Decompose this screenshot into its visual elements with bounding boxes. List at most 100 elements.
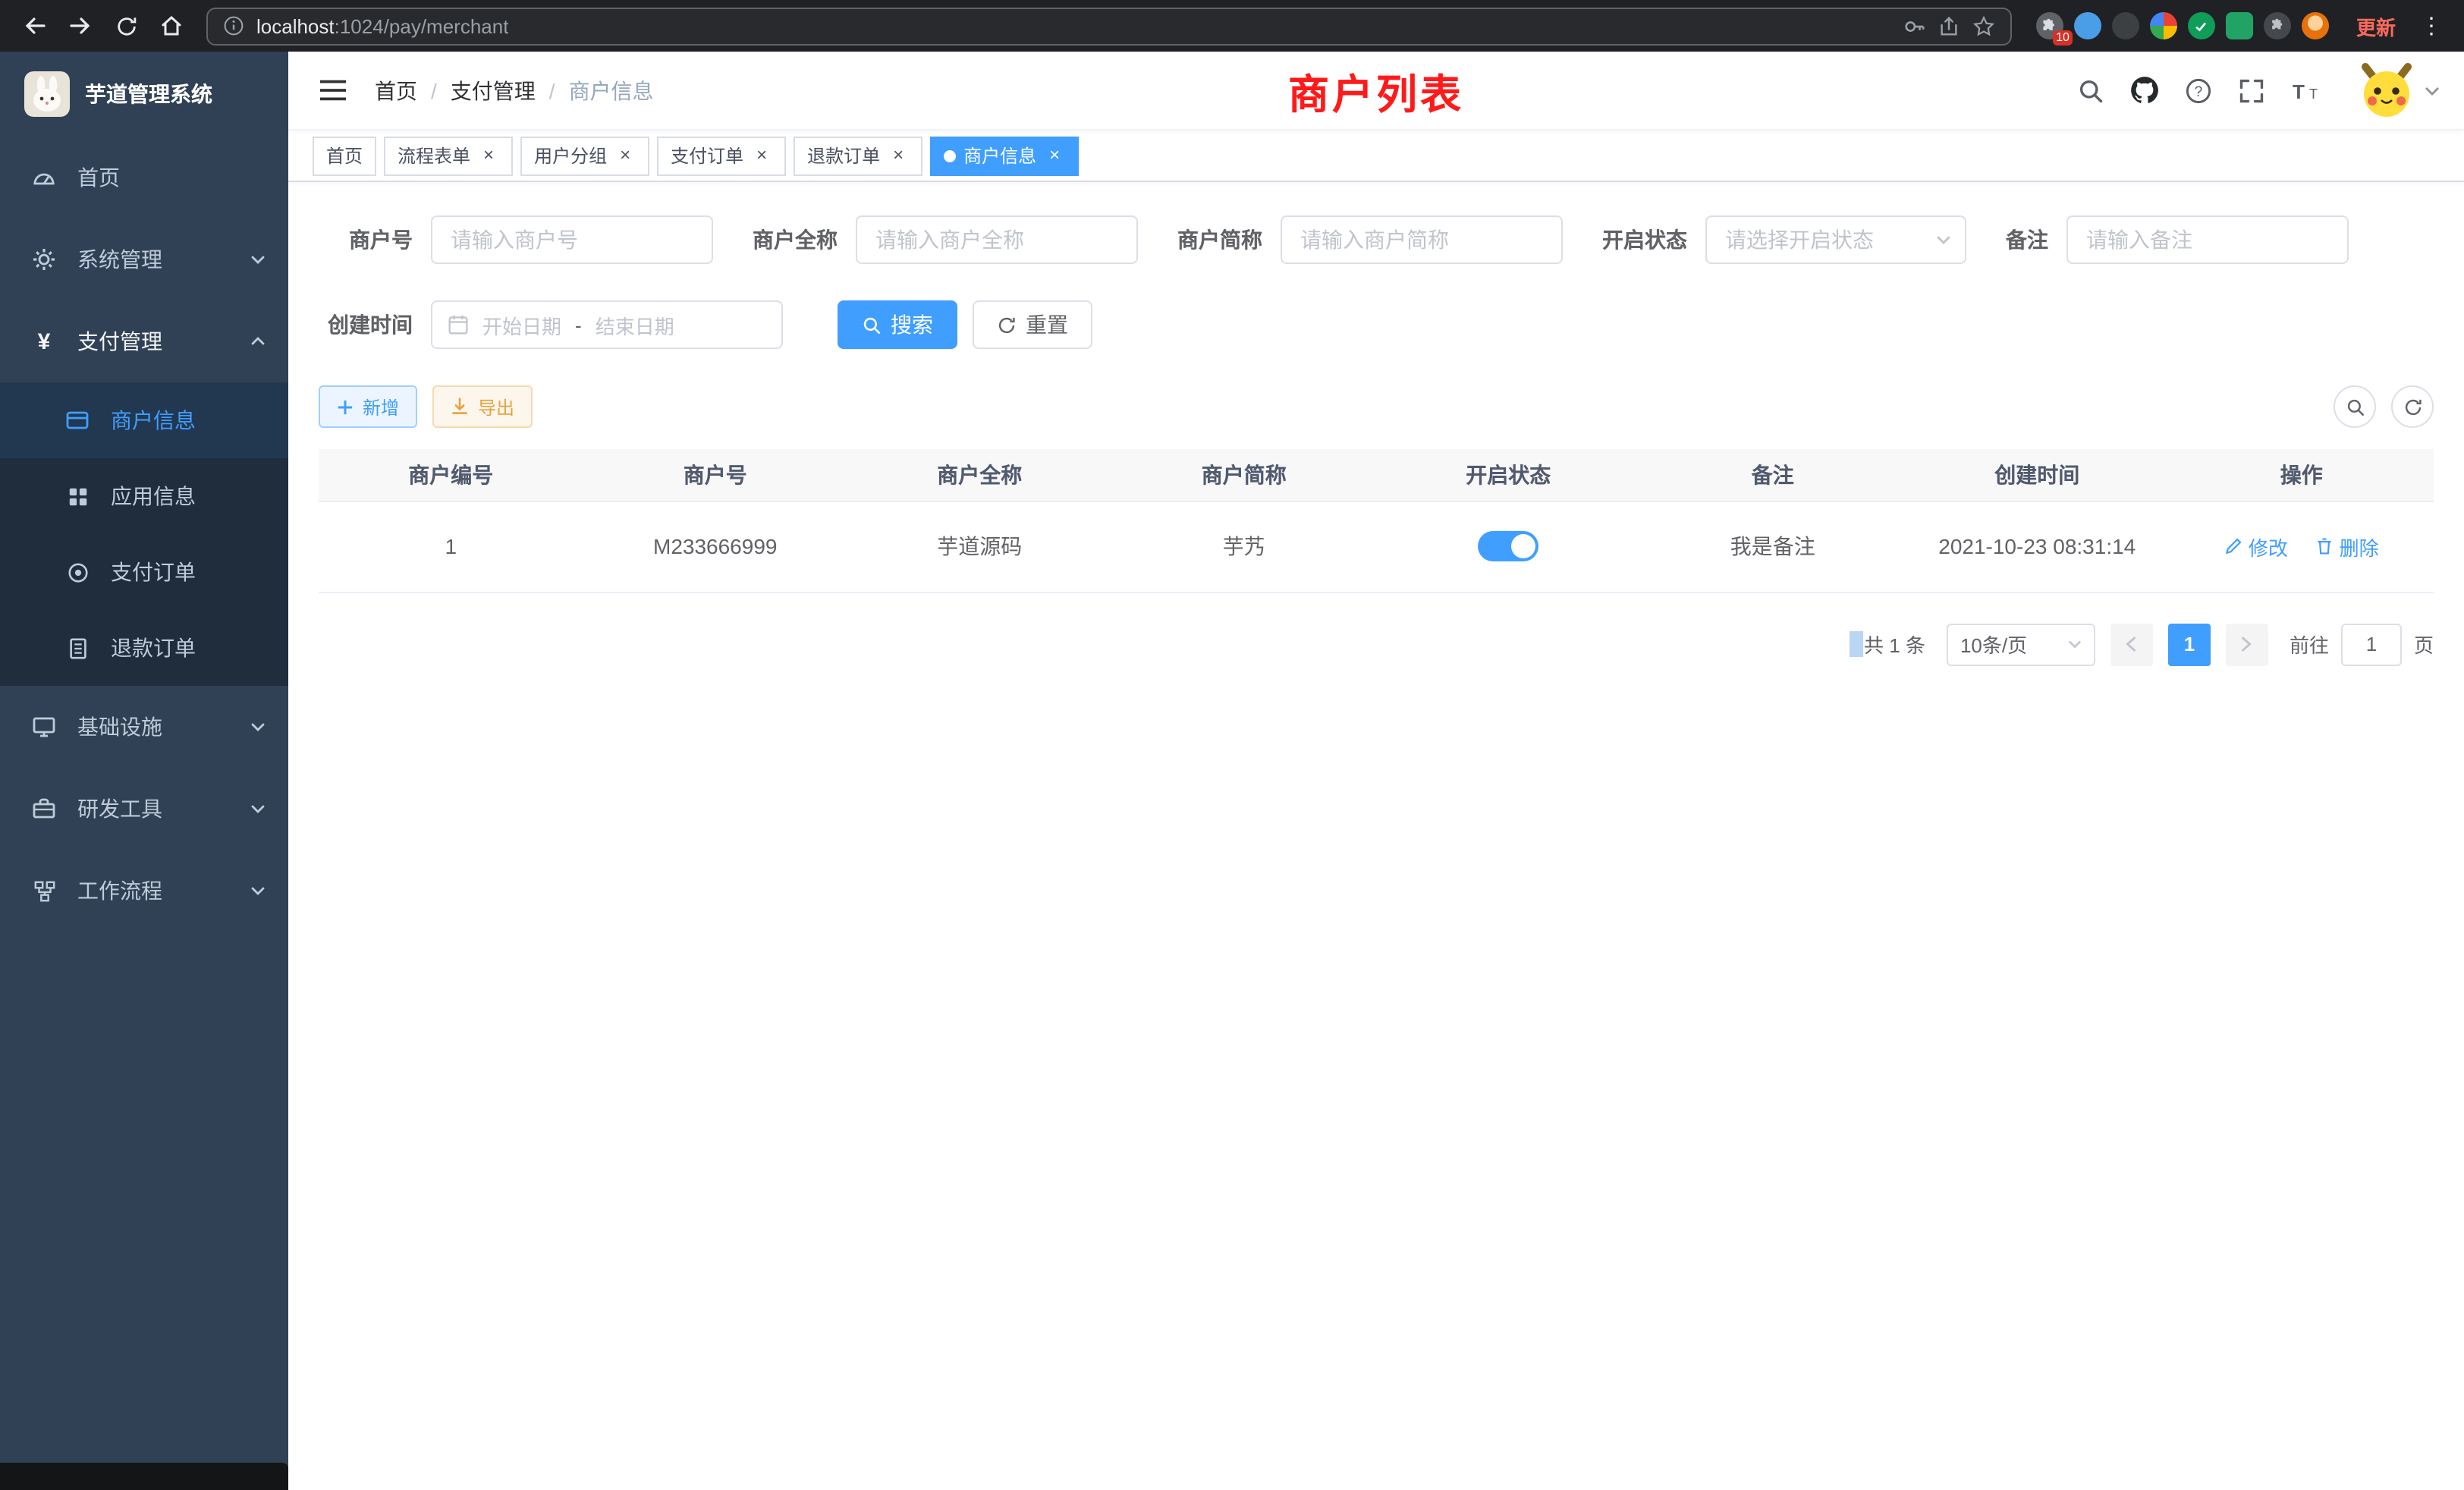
share-icon[interactable]: [1938, 14, 1960, 37]
date-start-placeholder[interactable]: 开始日期: [482, 310, 561, 339]
extension-green-square-icon[interactable]: [2226, 12, 2253, 39]
github-icon[interactable]: [2130, 76, 2159, 105]
sidebar-item-workflow[interactable]: 工作流程: [0, 850, 288, 932]
date-range-picker[interactable]: 开始日期 - 结束日期: [431, 300, 783, 349]
home-icon[interactable]: [152, 6, 191, 46]
sidebar-item-app-info[interactable]: 应用信息: [0, 458, 288, 534]
close-icon[interactable]: ×: [478, 145, 499, 166]
breadcrumb-payment[interactable]: 支付管理: [451, 75, 536, 105]
close-icon[interactable]: ×: [888, 145, 909, 166]
extension-blue-icon[interactable]: [2074, 12, 2101, 39]
extension-multicolor-icon[interactable]: [2150, 12, 2177, 39]
svg-text:T: T: [2309, 86, 2318, 101]
close-icon[interactable]: ×: [751, 145, 772, 166]
hamburger-icon[interactable]: [313, 71, 354, 109]
remark-input[interactable]: [2066, 215, 2349, 264]
tab-refund-order[interactable]: 退款订单 ×: [794, 136, 922, 175]
tab-label: 退款订单: [807, 143, 880, 168]
filter-merchant-no: 商户号: [319, 215, 713, 264]
col-short-name: 商户简称: [1112, 449, 1377, 501]
tab-process-form[interactable]: 流程表单 ×: [384, 136, 513, 175]
search-button[interactable]: 搜索: [838, 300, 957, 349]
app-logo[interactable]: 芋道管理系统: [0, 52, 288, 137]
document-icon: [64, 637, 91, 659]
filter-short-name: 商户简称: [1177, 215, 1563, 264]
page-number-1[interactable]: 1: [2168, 623, 2211, 665]
tab-user-group[interactable]: 用户分组 ×: [520, 136, 649, 175]
extension-gray-puzzle-icon[interactable]: [2264, 12, 2291, 39]
add-button[interactable]: 新增: [319, 385, 417, 428]
sidebar-item-refund-order[interactable]: 退款订单: [0, 610, 288, 686]
short-name-input[interactable]: [1281, 215, 1563, 264]
close-icon[interactable]: ×: [1044, 145, 1065, 166]
status-toggle[interactable]: [1478, 531, 1538, 561]
status-select[interactable]: 请选择开启状态: [1705, 215, 1966, 264]
export-button[interactable]: 导出: [432, 385, 533, 428]
sidebar-item-dev-tools[interactable]: 研发工具: [0, 768, 288, 850]
page-size-select[interactable]: 10条/页: [1947, 623, 2095, 665]
next-page-button[interactable]: [2226, 623, 2268, 665]
full-name-input[interactable]: [856, 215, 1138, 264]
address-bar[interactable]: localhost:1024/pay/merchant: [206, 7, 2012, 45]
breadcrumb-home[interactable]: 首页: [375, 75, 417, 105]
col-merchant-id: 商户编号: [319, 449, 583, 501]
extension-green-check-icon[interactable]: [2188, 12, 2215, 39]
svg-text:T: T: [2293, 80, 2305, 102]
browser-update-button[interactable]: 更新: [2356, 11, 2396, 40]
back-icon[interactable]: [15, 6, 55, 46]
prev-page-button[interactable]: [2110, 623, 2153, 665]
sidebar-item-label: 工作流程: [77, 875, 162, 906]
tab-merchant-info[interactable]: 商户信息 ×: [930, 136, 1079, 175]
user-avatar[interactable]: [2356, 60, 2417, 121]
tab-pay-order[interactable]: 支付订单 ×: [657, 136, 786, 175]
table-toolbar: 新增 导出: [319, 385, 2434, 428]
edit-button-label: 修改: [2249, 532, 2288, 561]
goto-page-input[interactable]: [2341, 623, 2402, 665]
bookmark-star-icon[interactable]: [1972, 14, 1995, 37]
col-create-time: 创建时间: [1905, 449, 2170, 501]
fullscreen-icon[interactable]: [2238, 77, 2265, 104]
toggle-search-icon[interactable]: [2334, 385, 2376, 428]
help-icon[interactable]: ?: [2185, 77, 2212, 104]
sidebar-item-system[interactable]: 系统管理: [0, 218, 288, 300]
sidebar-item-merchant-info[interactable]: 商户信息: [0, 382, 288, 458]
sidebar-item-label: 支付订单: [111, 557, 196, 587]
sidebar-item-infrastructure[interactable]: 基础设施: [0, 686, 288, 768]
extension-puzzle-icon[interactable]: 10: [2036, 12, 2063, 39]
site-info-icon[interactable]: [223, 15, 244, 36]
tab-home[interactable]: 首页: [313, 136, 376, 175]
reset-button[interactable]: 重置: [973, 300, 1092, 349]
sidebar-item-payment[interactable]: ¥ 支付管理: [0, 300, 288, 382]
reload-icon[interactable]: [106, 6, 146, 46]
font-size-icon[interactable]: TT: [2291, 78, 2321, 102]
extensions-cluster: 10: [2036, 12, 2329, 39]
merchant-no-input[interactable]: [431, 215, 713, 264]
browser-menu-icon[interactable]: ⋮: [2414, 12, 2449, 39]
close-icon[interactable]: ×: [614, 145, 636, 166]
page-unit-label: 页: [2414, 630, 2434, 659]
password-key-icon[interactable]: [1903, 14, 1925, 37]
sidebar-item-home[interactable]: 首页: [0, 137, 288, 218]
profile-avatar-icon[interactable]: [2302, 12, 2329, 39]
refresh-icon[interactable]: [2391, 385, 2434, 428]
forward-icon[interactable]: [61, 6, 100, 46]
sidebar-item-label: 基础设施: [77, 712, 162, 742]
filter-create-time: 创建时间 开始日期 - 结束日期: [319, 300, 783, 349]
delete-button[interactable]: 删除: [2315, 532, 2379, 561]
chevron-down-icon: [249, 800, 267, 818]
extension-badge: 10: [2053, 30, 2073, 46]
extension-dark-icon[interactable]: [2112, 12, 2139, 39]
reset-button-label: 重置: [1026, 310, 1068, 340]
sidebar-item-label: 应用信息: [111, 481, 196, 511]
merchant-table: 商户编号 商户号 商户全称 商户简称 开启状态 备注 创建时间 操作 1: [319, 449, 2434, 593]
cell-merchant-no: M233666999: [583, 501, 848, 592]
url-host: localhost: [256, 14, 335, 37]
user-menu[interactable]: [2356, 60, 2440, 121]
header-search-icon[interactable]: [2077, 77, 2104, 104]
edit-button[interactable]: 修改: [2224, 532, 2288, 561]
sidebar-item-pay-order[interactable]: 支付订单: [0, 534, 288, 610]
breadcrumb-separator: /: [549, 78, 555, 102]
date-end-placeholder[interactable]: 结束日期: [596, 310, 674, 339]
app-frame: 芋道管理系统 首页 系统管理 ¥ 支付管理: [0, 52, 2464, 1490]
tab-label: 支付订单: [671, 143, 743, 168]
